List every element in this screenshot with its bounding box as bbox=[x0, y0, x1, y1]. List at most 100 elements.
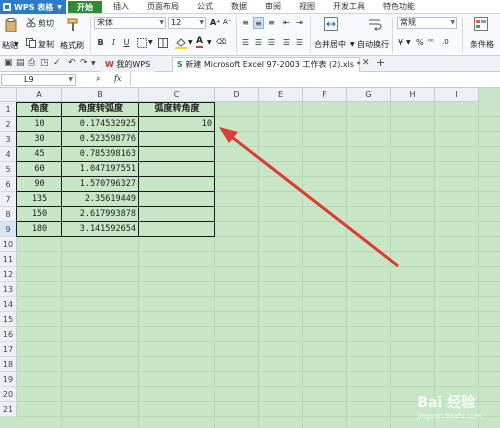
row-header-21[interactable]: 21 bbox=[0, 402, 17, 417]
row-header-16[interactable]: 16 bbox=[0, 327, 17, 342]
chevron-down-icon[interactable]: ▼ bbox=[406, 39, 411, 46]
column-header-b[interactable]: B bbox=[62, 88, 139, 102]
chevron-down-icon[interactable]: ▼ bbox=[148, 39, 153, 46]
font-size-select[interactable]: 12 ▼ bbox=[168, 17, 206, 29]
table-header-cell[interactable]: 弧度转角度 bbox=[139, 102, 215, 117]
menu-data[interactable]: 数据 bbox=[222, 0, 256, 13]
border-icon[interactable] bbox=[137, 38, 147, 48]
copy-icon[interactable] bbox=[26, 38, 36, 48]
column-header-c[interactable]: C bbox=[139, 88, 215, 102]
table-cell[interactable]: 45 bbox=[17, 147, 62, 162]
align-bottom-icon[interactable]: ≡ bbox=[266, 17, 277, 29]
decrease-decimal-icon[interactable]: .0 bbox=[442, 38, 449, 46]
clear-format-icon[interactable]: ⌫ bbox=[216, 38, 226, 46]
row-header-4[interactable]: 4 bbox=[0, 147, 17, 162]
menu-home[interactable]: 开始 bbox=[68, 1, 102, 13]
row-header-3[interactable]: 3 bbox=[0, 132, 17, 147]
bold-button[interactable]: B bbox=[95, 37, 106, 49]
chevron-down-icon[interactable]: ▼ bbox=[188, 39, 193, 46]
table-cell[interactable]: 0.523598776 bbox=[62, 132, 139, 147]
align-top-icon[interactable]: ≡ bbox=[240, 17, 251, 29]
menu-developer[interactable]: 开发工具 bbox=[324, 0, 374, 13]
chevron-down-icon[interactable]: ▼ bbox=[350, 41, 355, 48]
row-header-9[interactable]: 9 bbox=[0, 222, 17, 237]
table-cell[interactable] bbox=[139, 147, 215, 162]
menu-view[interactable]: 视图 bbox=[290, 0, 324, 13]
row-header-8[interactable]: 8 bbox=[0, 207, 17, 222]
merge-center-button[interactable]: 合并居中 bbox=[314, 39, 346, 50]
table-cell[interactable]: 30 bbox=[17, 132, 62, 147]
print-icon[interactable]: ⎙ bbox=[28, 58, 35, 68]
font-color-icon[interactable]: A bbox=[196, 36, 203, 48]
column-header-a[interactable]: A bbox=[17, 88, 62, 102]
chevron-down-icon[interactable]: ▼ bbox=[14, 41, 19, 48]
table-cell[interactable]: 2.35619449 bbox=[62, 192, 139, 207]
format-painter-button[interactable]: 格式刷 bbox=[60, 40, 84, 51]
row-header-18[interactable]: 18 bbox=[0, 357, 17, 372]
row-header-15[interactable]: 15 bbox=[0, 312, 17, 327]
conditional-format-button[interactable]: 条件格 bbox=[470, 39, 494, 50]
align-left-icon[interactable]: ☰ bbox=[240, 37, 251, 49]
table-cell[interactable]: 10 bbox=[17, 117, 62, 132]
table-cell[interactable]: 90 bbox=[17, 177, 62, 192]
menu-review[interactable]: 审阅 bbox=[256, 0, 290, 13]
table-cell[interactable] bbox=[139, 207, 215, 222]
tab-my-wps[interactable]: W 我的WPS bbox=[100, 57, 156, 72]
insert-function-button[interactable]: fx bbox=[114, 74, 121, 83]
percent-button[interactable]: % bbox=[416, 38, 424, 47]
row-header-1[interactable]: 1 bbox=[0, 102, 17, 117]
row-header-10[interactable]: 10 bbox=[0, 237, 17, 252]
justify-icon[interactable]: ☰ bbox=[281, 37, 292, 49]
formula-input[interactable] bbox=[130, 73, 496, 86]
table-cell[interactable] bbox=[139, 132, 215, 147]
indent-decrease-icon[interactable]: ⇤ bbox=[281, 17, 292, 29]
align-center-icon[interactable]: ☰ bbox=[253, 37, 264, 49]
merge-center-icon[interactable] bbox=[324, 17, 338, 31]
table-cell[interactable] bbox=[139, 192, 215, 207]
number-format-select[interactable]: 常规 ▼ bbox=[397, 17, 457, 29]
table-cell[interactable]: 135 bbox=[17, 192, 62, 207]
row-header-6[interactable]: 6 bbox=[0, 177, 17, 192]
merge-cells-icon[interactable] bbox=[158, 38, 168, 48]
column-header-h[interactable]: H bbox=[391, 88, 435, 102]
fill-color-icon[interactable] bbox=[175, 37, 187, 49]
app-menu-button[interactable]: WPS 表格 ▼ bbox=[0, 0, 66, 14]
table-cell[interactable]: 1.047197551 bbox=[62, 162, 139, 177]
table-cell[interactable]: 3.141592654 bbox=[62, 222, 139, 237]
wrap-text-icon[interactable] bbox=[368, 17, 382, 31]
align-right-icon[interactable]: ☰ bbox=[266, 37, 277, 49]
currency-button[interactable]: ¥ bbox=[398, 38, 403, 47]
table-cell[interactable] bbox=[139, 162, 215, 177]
increase-decimal-icon[interactable]: ⁰⁰ bbox=[428, 38, 434, 46]
table-header-cell[interactable]: 角度 bbox=[17, 102, 62, 117]
table-cell[interactable]: 150 bbox=[17, 207, 62, 222]
row-header-12[interactable]: 12 bbox=[0, 267, 17, 282]
select-all-corner[interactable] bbox=[0, 88, 17, 102]
print-preview-icon[interactable]: ◳ bbox=[40, 58, 49, 68]
indent-increase-icon[interactable]: ⇥ bbox=[294, 17, 305, 29]
chevron-down-icon[interactable]: ▼ bbox=[207, 39, 212, 46]
row-header-5[interactable]: 5 bbox=[0, 162, 17, 177]
table-cell[interactable]: 0.174532925 bbox=[62, 117, 139, 132]
wrap-text-button[interactable]: 自动换行 bbox=[357, 39, 389, 50]
save-icon[interactable]: ▣ bbox=[4, 58, 13, 68]
tab-document[interactable]: S 新建 Microsoft Excel 97-2003 工作表 (2).xls… bbox=[172, 57, 361, 72]
font-name-select[interactable]: 宋体 ▼ bbox=[94, 17, 166, 29]
paste-icon[interactable] bbox=[4, 18, 18, 32]
spell-check-icon[interactable]: ✓ bbox=[53, 58, 61, 68]
underline-button[interactable]: U bbox=[121, 37, 132, 49]
row-header-11[interactable]: 11 bbox=[0, 252, 17, 267]
column-header-e[interactable]: E bbox=[259, 88, 303, 102]
increase-font-icon[interactable]: A⁺ bbox=[210, 18, 220, 27]
decrease-font-icon[interactable]: A⁻ bbox=[223, 18, 231, 26]
row-header-20[interactable]: 20 bbox=[0, 387, 17, 402]
row-header-2[interactable]: 2 bbox=[0, 117, 17, 132]
italic-button[interactable]: I bbox=[108, 37, 119, 49]
row-header-14[interactable]: 14 bbox=[0, 297, 17, 312]
chevron-down-icon[interactable]: ▼ bbox=[91, 60, 96, 67]
column-header-g[interactable]: G bbox=[347, 88, 391, 102]
table-cell[interactable]: 1.570796327 bbox=[62, 177, 139, 192]
table-cell[interactable] bbox=[139, 222, 215, 237]
new-tab-button[interactable]: + bbox=[376, 56, 385, 69]
table-header-cell[interactable]: 角度转弧度 bbox=[62, 102, 139, 117]
